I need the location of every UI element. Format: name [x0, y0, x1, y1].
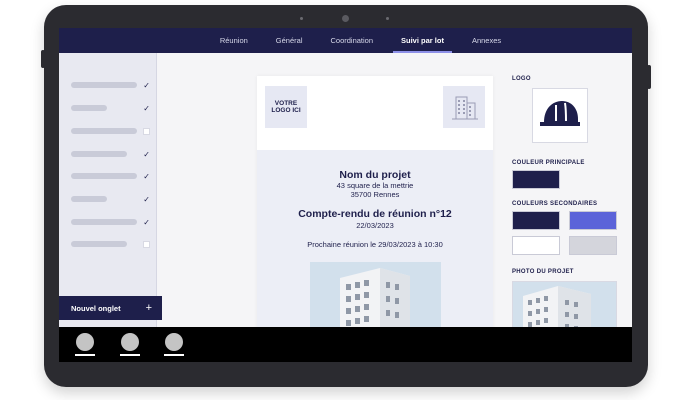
secondary-color-swatch[interactable]: [569, 211, 617, 230]
report-title: Compte-rendu de réunion n°12: [298, 208, 452, 220]
sidebar-item[interactable]: ✓: [71, 217, 150, 227]
check-icon: ✓: [143, 217, 150, 227]
tab-coordination[interactable]: Coordination: [316, 28, 387, 53]
taskbar-indicator: [164, 354, 184, 356]
check-icon: ✓: [143, 149, 150, 159]
project-address-line2: 35700 Rennes: [350, 190, 400, 199]
tablet-side-button: [647, 65, 651, 89]
logo-upload[interactable]: [532, 88, 588, 143]
sensor-dot: [300, 17, 303, 20]
plus-icon: +: [145, 302, 152, 314]
primary-color-swatch[interactable]: [512, 170, 560, 189]
check-icon: ✓: [143, 194, 150, 204]
sidebar-item[interactable]: ✓: [71, 103, 150, 113]
logo-placeholder[interactable]: VOTRE LOGO ICI: [265, 86, 307, 128]
primary-color-label: COULEUR PRINCIPALE: [512, 160, 585, 166]
sidebar: ✓ ✓ ✓ ✓ ✓ ✓: [59, 53, 157, 328]
taskbar-app-icon: [165, 333, 183, 351]
app-screen: Réunion Général Coordination Suivi par l…: [59, 28, 632, 362]
report-date: 22/03/2023: [356, 221, 394, 230]
sidebar-item-placeholder: [71, 151, 127, 157]
sidebar-item-placeholder: [71, 82, 137, 88]
sidebar-item-placeholder: [71, 128, 137, 134]
sidebar-item[interactable]: ✓: [71, 80, 150, 90]
tab-reunion[interactable]: Réunion: [206, 28, 262, 53]
taskbar-item[interactable]: [75, 333, 95, 357]
tab-general[interactable]: Général: [262, 28, 317, 53]
tablet-side-button: [41, 50, 45, 68]
secondary-color-swatch[interactable]: [512, 211, 560, 230]
new-tab-label: Nouvel onglet: [71, 303, 121, 313]
taskbar-item[interactable]: [120, 333, 140, 357]
next-meeting: Prochaine réunion le 29/03/2023 à 10:30: [307, 240, 443, 249]
logo-label: LOGO: [512, 76, 531, 82]
building-icon: [443, 86, 485, 128]
taskbar-app-icon: [76, 333, 94, 351]
tab-annexes[interactable]: Annexes: [458, 28, 515, 53]
check-icon: ✓: [143, 103, 150, 113]
report-preview: VOTRE LOGO ICI Nom du projet 43 square d…: [257, 76, 493, 336]
tab-suivi-par-lot[interactable]: Suivi par lot: [387, 28, 458, 53]
secondary-colors-label: COULEURS SECONDAIRES: [512, 201, 598, 207]
secondary-color-swatch[interactable]: [569, 236, 617, 255]
camera-icon: [342, 15, 349, 22]
checkbox-empty[interactable]: [143, 240, 150, 248]
sidebar-item[interactable]: ✓: [71, 194, 150, 204]
check-icon: ✓: [143, 171, 150, 181]
top-nav: Réunion Général Coordination Suivi par l…: [59, 28, 632, 53]
sidebar-item[interactable]: [71, 239, 150, 249]
hard-hat-icon: [538, 96, 582, 135]
project-name: Nom du projet: [339, 169, 411, 181]
taskbar: [59, 327, 632, 362]
taskbar-app-icon: [121, 333, 139, 351]
project-photo: [310, 262, 441, 336]
secondary-color-swatch[interactable]: [512, 236, 560, 255]
taskbar-item[interactable]: [164, 333, 184, 357]
sidebar-item-placeholder: [71, 105, 107, 111]
sidebar-item-placeholder: [71, 196, 107, 202]
sidebar-item-placeholder: [71, 173, 137, 179]
logo-placeholder-text: VOTRE LOGO ICI: [271, 99, 301, 114]
checkbox-empty[interactable]: [143, 127, 150, 135]
new-tab-button[interactable]: Nouvel onglet +: [59, 296, 162, 320]
sidebar-item-placeholder: [71, 219, 137, 225]
taskbar-indicator: [120, 354, 140, 356]
sidebar-item-placeholder: [71, 241, 127, 247]
sensor-dot: [386, 17, 389, 20]
taskbar-indicator: [75, 354, 95, 356]
project-photo-label: PHOTO DU PROJET: [512, 269, 574, 275]
check-icon: ✓: [143, 80, 150, 90]
sidebar-item[interactable]: ✓: [71, 171, 150, 181]
sidebar-item[interactable]: ✓: [71, 149, 150, 159]
sidebar-item[interactable]: [71, 126, 150, 136]
project-address-line1: 43 square de la mettrie: [336, 181, 414, 190]
